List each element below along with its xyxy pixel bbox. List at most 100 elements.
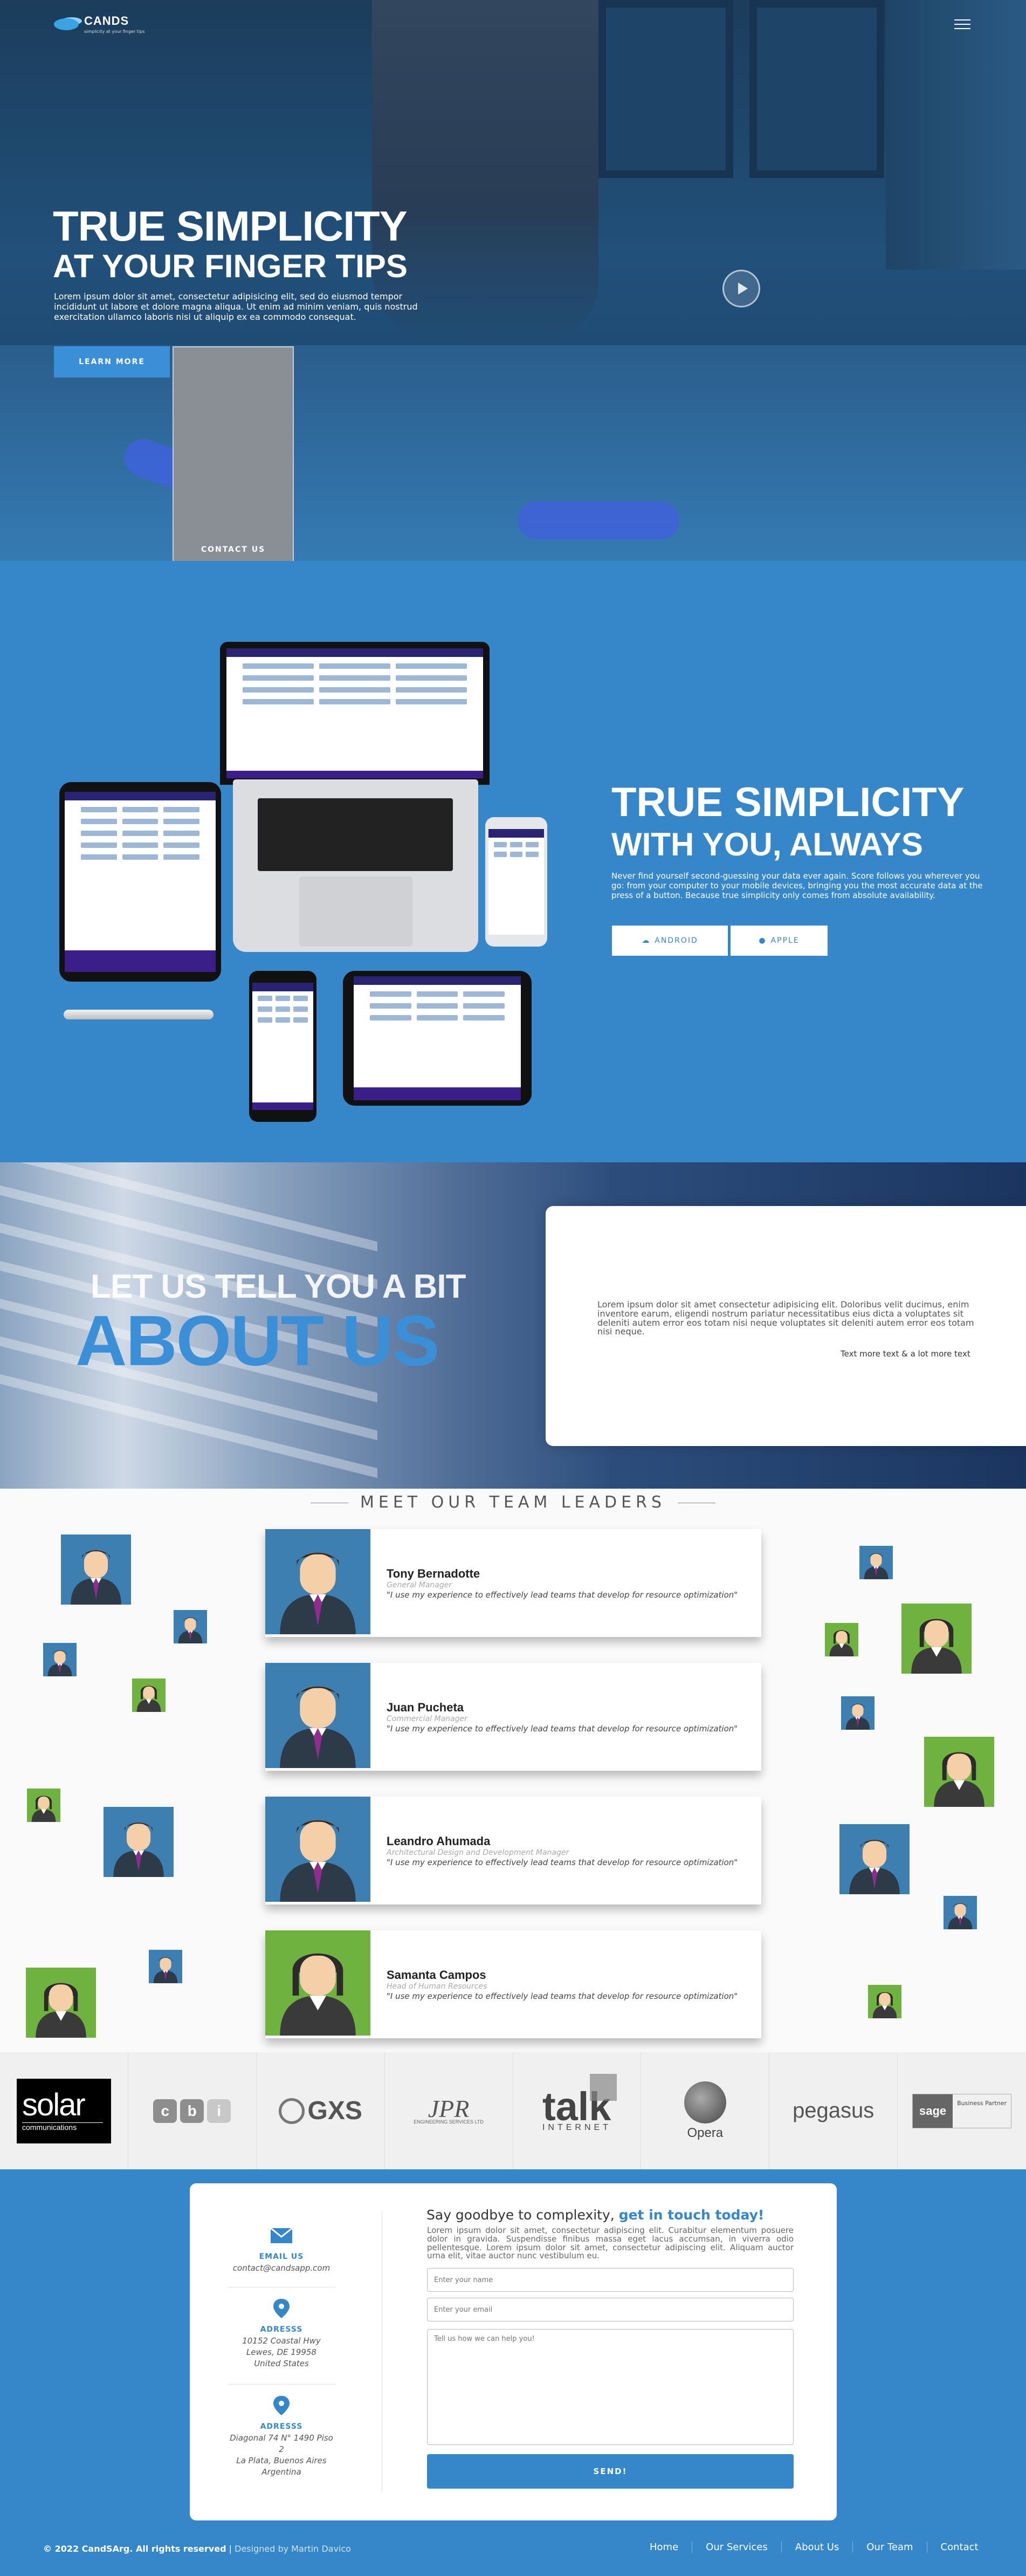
- hero-title-line2: AT YOUR FINGER TIPS: [53, 248, 408, 284]
- female-avatar: [26, 1968, 96, 2038]
- hero-text: Lorem ipsum dolor sit amet, consectetur …: [54, 291, 418, 323]
- member-role: Head of Human Resources: [387, 1982, 487, 1991]
- about-text: Lorem ipsum dolor sit amet consectetur a…: [597, 1299, 974, 1337]
- contact-text: Lorem ipsum dolor sit amet, consectetur …: [427, 2225, 794, 2261]
- member-name: Leandro Ahumada: [387, 1834, 491, 1848]
- male-avatar: [841, 1696, 874, 1730]
- designer-credit[interactable]: Designed by Martin Davico: [235, 2544, 351, 2554]
- location-pin-icon: [273, 2396, 290, 2415]
- phone-mockup: [485, 817, 547, 947]
- name-field[interactable]: [427, 2268, 794, 2292]
- female-avatar: [825, 1623, 858, 1656]
- member-name: Samanta Campos: [387, 1968, 486, 1982]
- hero-sandal: [518, 502, 679, 539]
- hamburger-menu-icon[interactable]: [954, 19, 970, 31]
- member-quote: "I use my experience to effectively lead…: [387, 1858, 738, 1867]
- female-avatar: [265, 1930, 370, 2036]
- play-video-button[interactable]: [722, 270, 760, 307]
- address-label: ADRESSS: [260, 2422, 303, 2431]
- hero-wall: [886, 0, 1026, 270]
- address-label: ADRESSS: [260, 2325, 303, 2334]
- laptop-keyboard: [258, 798, 453, 871]
- team-card: Leandro Ahumada Architectural Design and…: [265, 1797, 761, 1904]
- male-avatar: [265, 1797, 370, 1902]
- client-logo-cgi[interactable]: cbi: [128, 2052, 257, 2169]
- client-logo-talk[interactable]: talk INTERNET: [513, 2052, 642, 2169]
- male-avatar: [859, 1546, 893, 1579]
- member-role: Architectural Design and Development Man…: [387, 1848, 569, 1857]
- male-avatar: [265, 1663, 370, 1768]
- client-logo-jpr[interactable]: JPR ENGINEERING SERVICES LTD: [385, 2052, 513, 2169]
- member-name: Juan Pucheta: [387, 1701, 464, 1714]
- male-avatar: [43, 1643, 77, 1676]
- team-card: Juan Pucheta Commercial Manager "I use m…: [265, 1663, 761, 1771]
- apps-text: Never find yourself second-guessing your…: [611, 871, 983, 900]
- female-avatar: [27, 1789, 60, 1822]
- footer-link-services[interactable]: Our Services: [692, 2541, 782, 2553]
- apps-title-line1: TRUE SIMPLICITY: [611, 779, 965, 825]
- android-icon: ☁: [642, 936, 651, 945]
- male-avatar: [61, 1534, 131, 1605]
- about-card: Lorem ipsum dolor sit amet consectetur a…: [546, 1206, 1026, 1446]
- address-line: Diagonal 74 N° 1490 Piso 2: [230, 2433, 333, 2454]
- tablet-mockup: [59, 782, 221, 982]
- message-field[interactable]: [427, 2329, 794, 2445]
- brand-logo[interactable]: CANDS simplicity at your finger tips: [54, 14, 144, 34]
- footer-link-about[interactable]: About Us: [782, 2541, 853, 2553]
- male-avatar: [149, 1950, 182, 1983]
- address-line: United States: [254, 2358, 309, 2368]
- apps-section: TRUE SIMPLICITY WITH YOU, ALWAYS Never f…: [0, 561, 1026, 1162]
- android-label: ANDROID: [655, 936, 698, 945]
- team-card: Samanta Campos Head of Human Resources "…: [265, 1930, 761, 2038]
- play-icon: [738, 283, 748, 294]
- footer-link-home[interactable]: Home: [636, 2541, 693, 2553]
- contact-address-block: ADRESSS Diagonal 74 N° 1490 Piso 2 La Pl…: [228, 2395, 335, 2478]
- contact-address-block: ADRESSS 10152 Coastal Hwy Lewes, DE 1995…: [228, 2298, 335, 2369]
- logo-icon: [54, 18, 79, 30]
- stylus-pencil: [64, 1010, 214, 1019]
- female-avatar: [868, 1985, 901, 2018]
- contact-title-link: get in touch today!: [618, 2207, 765, 2223]
- client-logo-opera[interactable]: Opera: [641, 2052, 770, 2169]
- footer-nav: Home Our Services About Us Our Team Cont…: [636, 2541, 992, 2553]
- gxs-icon: [278, 2098, 305, 2124]
- address-line: Lewes, DE 19958: [246, 2347, 316, 2357]
- hero-door: [749, 0, 884, 178]
- email-label: EMAIL US: [259, 2252, 304, 2261]
- male-avatar: [104, 1807, 174, 1877]
- client-logo-pegasus[interactable]: pegasus: [769, 2052, 898, 2169]
- apple-label: APPLE: [770, 936, 800, 945]
- apple-download-button[interactable]: ● APPLE: [731, 926, 828, 956]
- learn-more-button[interactable]: LEARN MORE: [54, 346, 170, 378]
- laptop-trackpad: [299, 876, 412, 947]
- apps-title-line2: WITH YOU, ALWAYS: [611, 826, 923, 862]
- contact-email-block: EMAIL US contact@candsapp.com: [228, 2225, 335, 2274]
- client-logo-sage[interactable]: sage Business Partner: [898, 2052, 1026, 2169]
- footer-link-contact[interactable]: Contact: [927, 2541, 992, 2553]
- member-role: General Manager: [387, 1581, 452, 1590]
- member-quote: "I use my experience to effectively lead…: [387, 1991, 738, 2001]
- android-download-button[interactable]: ☁ ANDROID: [612, 926, 728, 956]
- female-avatar: [132, 1678, 166, 1712]
- hero-door: [598, 0, 733, 178]
- email-field[interactable]: [427, 2298, 794, 2321]
- client-logo-solar[interactable]: solar communications: [0, 2052, 128, 2169]
- member-role: Commercial Manager: [387, 1715, 467, 1723]
- address-line: La Plata, Buenos Aires: [236, 2455, 327, 2465]
- team-heading: MEET OUR TEAM LEADERS: [0, 1493, 1026, 1512]
- clients-strip: solar communications cbi GXS JPR ENGINEERI…: [0, 2052, 1026, 2169]
- logo-tagline: simplicity at your finger tips: [84, 29, 145, 34]
- about-more-text: Text more text & a lot more text: [841, 1349, 970, 1359]
- location-pin-icon: [273, 2299, 290, 2318]
- hero-title-line1: TRUE SIMPLICITY: [53, 202, 408, 250]
- tablet-landscape-mockup: [343, 971, 532, 1106]
- send-button[interactable]: SEND!: [427, 2454, 794, 2489]
- footer-copyright: © 2022 CandSArg. All rights reserved | D…: [43, 2544, 351, 2554]
- male-avatar: [839, 1824, 910, 1894]
- laptop-mockup: [220, 642, 490, 785]
- client-logo-gxs[interactable]: GXS: [257, 2052, 385, 2169]
- footer-link-team[interactable]: Our Team: [853, 2541, 927, 2553]
- email-value[interactable]: contact@candsapp.com: [228, 2263, 335, 2274]
- phone-mockup: [249, 971, 316, 1122]
- apple-icon: ●: [759, 936, 767, 945]
